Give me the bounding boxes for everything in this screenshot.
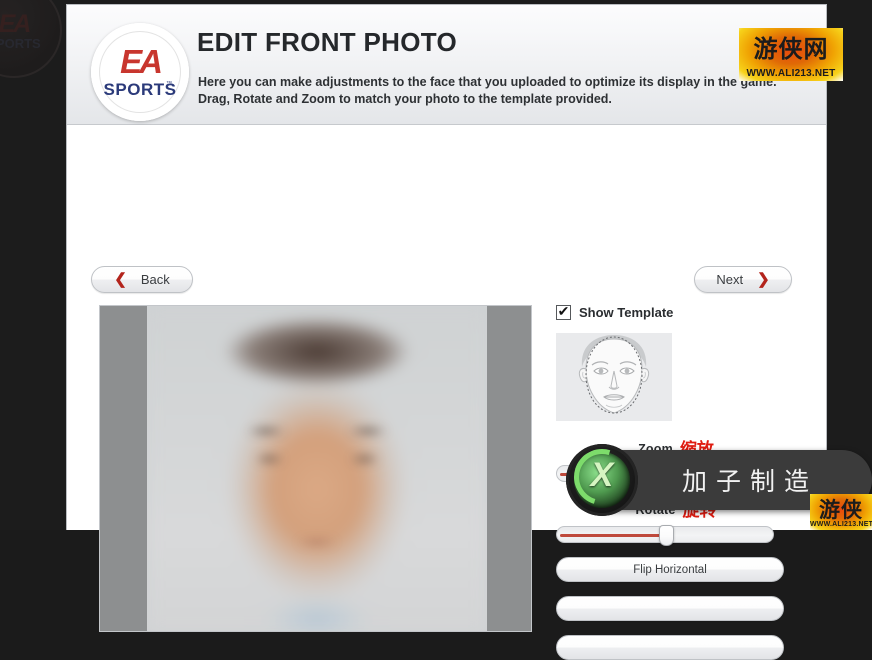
next-button[interactable]: Next ❯ (694, 266, 792, 293)
show-template-label: Show Template (579, 305, 674, 320)
rotate-slider-fill (560, 534, 665, 537)
secondary-action-button-1[interactable] (556, 596, 784, 621)
xbox-icon-glyph: X (590, 456, 614, 494)
chevron-right-icon: ❯ (757, 271, 770, 288)
watermark-bottom: 游侠网 WWW.ALI213.NET (810, 494, 872, 530)
face-template-drawing (556, 333, 672, 421)
back-button-label: Back (140, 272, 170, 287)
ea-sports-logo: EA SPORTS ™ (91, 23, 189, 121)
window-header: EA SPORTS ™ EDIT FRONT PHOTO Here you ca… (67, 5, 826, 125)
flip-horizontal-label: Flip Horizontal (633, 563, 707, 576)
backdrop-ea-mark: EA (0, 10, 31, 38)
rotate-slider-track[interactable] (556, 525, 774, 546)
watermark-top-url: WWW.ALI213.NET (746, 68, 836, 79)
trademark-symbol: ™ (166, 81, 172, 87)
xbox-overlay-text: 加子制造 (682, 467, 819, 496)
chevron-left-icon: ❮ (114, 271, 127, 288)
face-template-thumbnail (556, 333, 672, 421)
xbox-icon: X (564, 439, 640, 516)
rotate-slider-thumb[interactable] (659, 525, 674, 546)
photo-eyes-layer (147, 449, 487, 468)
watermark-bottom-url: WWW.ALI213.NET (810, 521, 872, 528)
back-button[interactable]: ❮ Back (91, 266, 193, 293)
backdrop-sports-text: SPORTS (0, 36, 41, 51)
photo-mouth-layer (147, 534, 487, 549)
backdrop-ea-logo: EA SPORTS (0, 0, 62, 78)
page-title: EDIT FRONT PHOTO (197, 27, 457, 57)
photo-face-layer (147, 306, 487, 631)
ea-monogram: EA (120, 43, 163, 80)
watermark-top: 游侠网 WWW.ALI213.NET (739, 28, 843, 81)
flip-horizontal-button[interactable]: Flip Horizontal (556, 557, 784, 582)
uploaded-photo[interactable] (147, 306, 487, 631)
ea-sports-wordmark: SPORTS (103, 80, 177, 99)
show-template-toggle[interactable]: Show Template (556, 303, 796, 320)
show-template-checkbox[interactable] (556, 303, 571, 320)
description-line-2: Drag, Rotate and Zoom to match your phot… (198, 92, 612, 106)
photo-edit-canvas[interactable] (99, 305, 532, 632)
description-line-1: Here you can make adjustments to the fac… (198, 75, 777, 89)
watermark-top-chinese: 游侠网 (753, 35, 829, 63)
next-button-label: Next (716, 272, 744, 287)
secondary-action-button-2[interactable] (556, 635, 784, 660)
photo-brows-layer (147, 423, 487, 438)
